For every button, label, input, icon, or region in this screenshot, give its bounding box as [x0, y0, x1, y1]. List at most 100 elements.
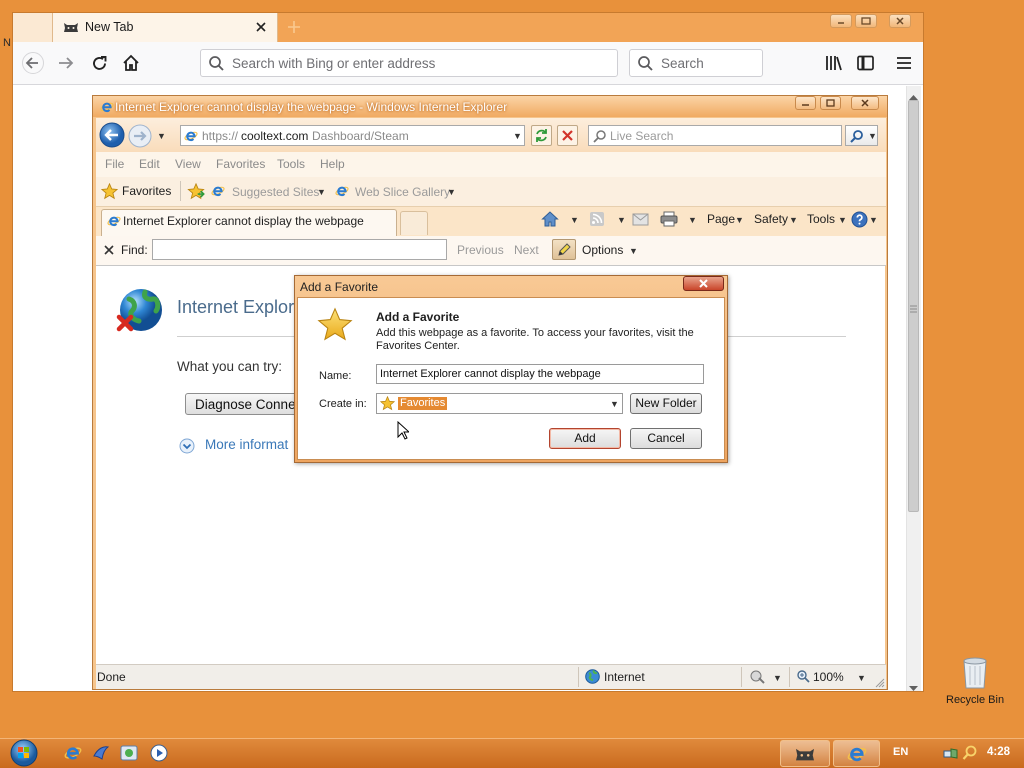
back-icon[interactable]: [99, 122, 125, 151]
ie-icon: [211, 184, 225, 201]
tab-close-icon[interactable]: [255, 21, 267, 36]
menu-help[interactable]: Help: [320, 157, 345, 171]
home-dropdown-icon[interactable]: ▼: [570, 215, 579, 225]
scroll-down-icon[interactable]: [909, 681, 918, 695]
help-icon[interactable]: [851, 211, 868, 231]
zoom-icon[interactable]: [797, 670, 810, 686]
safety-dropdown-icon[interactable]: ▼: [789, 215, 798, 225]
add-button[interactable]: Add: [549, 428, 621, 449]
library-icon[interactable]: [825, 55, 843, 74]
find-next-button[interactable]: Next: [514, 243, 539, 257]
sidebar-icon[interactable]: [857, 55, 874, 74]
taskbar-firefox-button[interactable]: [780, 740, 830, 767]
stop-button[interactable]: [557, 125, 578, 146]
find-input[interactable]: [152, 239, 447, 260]
page-dropdown-icon[interactable]: ▼: [735, 215, 744, 225]
menu-favorites[interactable]: Favorites: [216, 157, 265, 171]
dialog-close-button[interactable]: [683, 276, 724, 291]
page-menu[interactable]: Page: [707, 212, 735, 226]
forward-icon[interactable]: [57, 55, 75, 74]
options-dropdown-icon[interactable]: ▼: [629, 246, 638, 256]
help-dropdown-icon[interactable]: ▼: [869, 215, 878, 225]
find-options-button[interactable]: Options: [582, 243, 623, 257]
clock[interactable]: 4:28: [987, 746, 1010, 758]
close-button[interactable]: [889, 14, 911, 28]
search-provider-dropdown-icon[interactable]: ▼: [868, 131, 877, 141]
start-button-icon[interactable]: [9, 739, 39, 768]
recycle-bin-icon[interactable]: [961, 656, 989, 693]
maximize-button[interactable]: [855, 14, 877, 28]
search-tray-icon[interactable]: [962, 745, 978, 764]
close-find-icon[interactable]: [104, 244, 114, 258]
find-label: Find:: [121, 243, 148, 257]
search-bar[interactable]: [629, 49, 763, 77]
forward-icon[interactable]: [128, 124, 152, 151]
ie-address-bar[interactable]: https:// cooltext.com Dashboard/Steam ▼: [180, 125, 525, 146]
more-information-link[interactable]: More informat: [205, 437, 288, 452]
safety-menu[interactable]: Safety: [754, 212, 788, 226]
search-input[interactable]: [661, 55, 759, 72]
tools-menu[interactable]: Tools: [807, 212, 835, 226]
reload-icon[interactable]: [91, 55, 108, 75]
name-input[interactable]: [376, 364, 704, 384]
address-input[interactable]: [232, 55, 612, 72]
recycle-bin-label[interactable]: Recycle Bin: [946, 694, 1004, 706]
zoom-level[interactable]: 100%: [813, 670, 844, 684]
protected-mode-icon[interactable]: [750, 669, 766, 687]
live-search-box[interactable]: Live Search: [588, 125, 842, 146]
print-icon[interactable]: [660, 211, 678, 230]
history-dropdown-icon[interactable]: ▼: [157, 131, 166, 141]
language-indicator[interactable]: EN: [893, 746, 908, 758]
mail-icon[interactable]: [632, 213, 649, 229]
ie-new-tab-button[interactable]: [400, 211, 428, 235]
new-folder-button[interactable]: New Folder: [630, 393, 702, 414]
diagnose-connection-button[interactable]: Diagnose Connec: [185, 393, 300, 415]
menu-view[interactable]: View: [175, 157, 201, 171]
suggested-sites-link[interactable]: Suggested Sites: [232, 185, 319, 199]
home-icon[interactable]: [541, 210, 559, 231]
ie-maximize-button[interactable]: [820, 96, 841, 110]
highlight-matches-button[interactable]: [552, 239, 576, 260]
menu-tools[interactable]: Tools: [277, 157, 305, 171]
zoom-dropdown-icon[interactable]: ▼: [857, 673, 866, 683]
home-icon[interactable]: [122, 54, 140, 75]
menu-icon[interactable]: [896, 56, 912, 73]
protected-mode-dropdown-icon[interactable]: ▼: [773, 673, 782, 683]
search-icon: [850, 130, 863, 143]
refresh-button[interactable]: [531, 125, 552, 146]
media-quicklaunch-icon[interactable]: [92, 744, 110, 765]
resize-grip-icon[interactable]: [875, 677, 885, 691]
web-slice-dropdown-icon[interactable]: ▼: [447, 187, 456, 197]
tools-dropdown-icon[interactable]: ▼: [838, 215, 847, 225]
cancel-button[interactable]: Cancel: [630, 428, 702, 449]
create-in-select[interactable]: Favorites ▼: [376, 393, 623, 414]
print-dropdown-icon[interactable]: ▼: [688, 215, 697, 225]
ie-quicklaunch-icon[interactable]: [64, 744, 82, 765]
internet-zone-icon: [585, 669, 600, 687]
find-previous-button[interactable]: Previous: [457, 243, 504, 257]
player-quicklaunch-icon[interactable]: [150, 744, 168, 765]
create-in-dropdown-icon[interactable]: ▼: [610, 399, 619, 409]
tab-title: New Tab: [85, 20, 134, 34]
ie-minimize-button[interactable]: [795, 96, 816, 110]
favorites-button[interactable]: Favorites: [122, 184, 171, 198]
taskbar-ie-button[interactable]: [833, 740, 880, 767]
feeds-icon[interactable]: [589, 211, 605, 230]
back-icon[interactable]: [21, 52, 45, 77]
feeds-dropdown-icon[interactable]: ▼: [617, 215, 626, 225]
minimize-button[interactable]: [830, 14, 852, 28]
ie-close-button[interactable]: [851, 96, 879, 110]
add-to-favorites-bar-icon[interactable]: [187, 182, 205, 203]
address-dropdown-icon[interactable]: ▼: [513, 131, 522, 141]
network-tray-icon[interactable]: [943, 745, 959, 764]
stop-icon: [562, 130, 573, 141]
menu-file[interactable]: File: [105, 157, 124, 171]
address-bar[interactable]: [200, 49, 618, 77]
live-search-button[interactable]: ▼: [845, 125, 878, 146]
explorer-quicklaunch-icon[interactable]: [120, 744, 138, 765]
web-slice-gallery-link[interactable]: Web Slice Gallery: [355, 185, 450, 199]
suggested-sites-dropdown-icon[interactable]: ▼: [317, 187, 326, 197]
chevron-down-icon[interactable]: [179, 438, 195, 457]
menu-edit[interactable]: Edit: [139, 157, 160, 171]
new-tab-icon[interactable]: [287, 20, 301, 37]
